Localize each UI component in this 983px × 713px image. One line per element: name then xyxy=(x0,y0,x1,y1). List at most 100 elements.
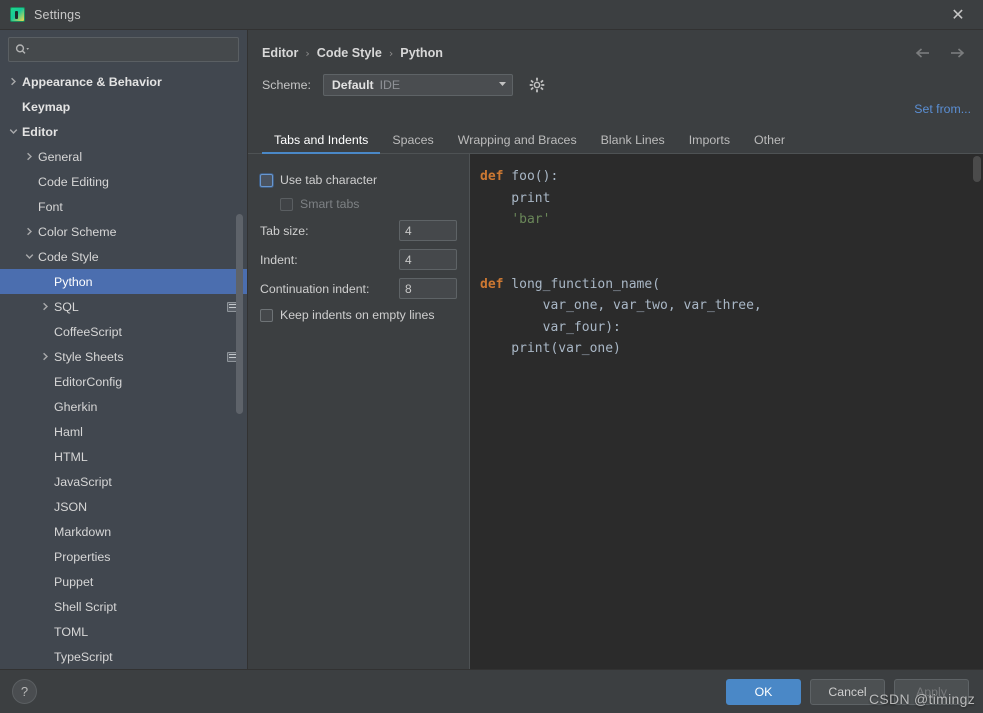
sidebar-item-color-scheme[interactable]: Color Scheme xyxy=(0,219,247,244)
panes: Use tab character Smart tabs Tab size: I… xyxy=(248,154,983,669)
sidebar-item-python[interactable]: Python xyxy=(0,269,247,294)
sidebar-item-label: JavaScript xyxy=(54,474,112,489)
sidebar-item-sql[interactable]: SQL xyxy=(0,294,247,319)
tree-arrow-placeholder xyxy=(40,651,51,662)
sidebar-item-general[interactable]: General xyxy=(0,144,247,169)
scheme-value: Default xyxy=(331,78,374,92)
cancel-button[interactable]: Cancel xyxy=(810,678,885,705)
use-tab-character-checkbox[interactable] xyxy=(260,173,273,187)
tree-arrow-placeholder xyxy=(40,476,51,487)
settings-tree[interactable]: Appearance & Behavior Keymap Editor General… xyxy=(0,68,247,669)
smart-tabs-label: Smart tabs xyxy=(300,197,360,211)
sidebar-item-shell-script[interactable]: Shell Script xyxy=(0,594,247,619)
scheme-dropdown[interactable]: Default IDE xyxy=(322,74,513,96)
tree-arrow-placeholder xyxy=(40,401,51,412)
tab-other[interactable]: Other xyxy=(742,133,797,153)
arrow-left-icon[interactable] xyxy=(913,45,933,61)
tree-arrow-placeholder xyxy=(24,201,35,212)
chevron-right-icon[interactable] xyxy=(8,76,19,87)
tab-blank-lines[interactable]: Blank Lines xyxy=(589,133,677,153)
sidebar-item-label: TypeScript xyxy=(54,649,113,664)
sidebar-item-label: Markdown xyxy=(54,524,112,539)
sidebar-item-label: JSON xyxy=(54,499,88,514)
tree-arrow-placeholder xyxy=(40,376,51,387)
title-bar: Settings ✕ xyxy=(0,0,983,30)
sidebar-item-label: Code Editing xyxy=(38,174,109,189)
use-tab-character-row[interactable]: Use tab character xyxy=(248,168,469,192)
tree-arrow-placeholder xyxy=(40,326,51,337)
close-icon[interactable]: ✕ xyxy=(941,2,975,28)
help-button[interactable]: ? xyxy=(12,679,37,704)
tab-spaces[interactable]: Spaces xyxy=(380,133,445,153)
sidebar-item-keymap[interactable]: Keymap xyxy=(0,94,247,119)
sidebar-item-code-style[interactable]: Code Style xyxy=(0,244,247,269)
sidebar-item-style-sheets[interactable]: Style Sheets xyxy=(0,344,247,369)
sidebar-item-haml[interactable]: Haml xyxy=(0,419,247,444)
sidebar-item-code-editing[interactable]: Code Editing xyxy=(0,169,247,194)
window-title: Settings xyxy=(34,7,81,22)
ok-button[interactable]: OK xyxy=(726,678,801,705)
sidebar-item-markdown[interactable]: Markdown xyxy=(0,519,247,544)
sidebar-item-coffeescript[interactable]: CoffeeScript xyxy=(0,319,247,344)
tree-arrow-placeholder xyxy=(40,576,51,587)
chevron-right-icon[interactable] xyxy=(24,226,35,237)
chevron-down-icon[interactable] xyxy=(8,126,19,137)
sidebar-item-javascript[interactable]: JavaScript xyxy=(0,469,247,494)
sidebar-item-puppet[interactable]: Puppet xyxy=(0,569,247,594)
sidebar-item-label: EditorConfig xyxy=(54,374,123,389)
preview-scrollbar-thumb[interactable] xyxy=(973,156,981,182)
breadcrumb-item-0[interactable]: Editor xyxy=(262,46,298,60)
breadcrumb-item-2[interactable]: Python xyxy=(400,46,443,60)
continuation-indent-input[interactable] xyxy=(399,278,457,299)
scheme-label: Scheme: xyxy=(262,78,311,92)
code-preview[interactable]: def foo(): print 'bar' def long_function… xyxy=(470,154,983,669)
search-wrapper xyxy=(0,30,247,68)
tab-size-row: Tab size: xyxy=(248,216,469,245)
sidebar-item-font[interactable]: Font xyxy=(0,194,247,219)
tab-wrapping-and-braces[interactable]: Wrapping and Braces xyxy=(446,133,589,153)
chevron-right-icon[interactable] xyxy=(40,351,51,362)
tree-arrow-placeholder xyxy=(40,451,51,462)
smart-tabs-row: Smart tabs xyxy=(248,192,469,216)
tab-tabs-and-indents[interactable]: Tabs and Indents xyxy=(262,133,381,154)
chevron-right-icon[interactable] xyxy=(40,301,51,312)
sidebar-item-gherkin[interactable]: Gherkin xyxy=(0,394,247,419)
tree-arrow-placeholder xyxy=(40,551,51,562)
search-box[interactable] xyxy=(8,37,239,62)
sidebar-item-editor[interactable]: Editor xyxy=(0,119,247,144)
keep-indents-checkbox[interactable] xyxy=(260,308,273,322)
keep-indents-row[interactable]: Keep indents on empty lines xyxy=(248,303,469,327)
sidebar-item-html[interactable]: HTML xyxy=(0,444,247,469)
sidebar-item-properties[interactable]: Properties xyxy=(0,544,247,569)
set-from-row: Set from... xyxy=(248,96,983,122)
sidebar-item-appearance-behavior[interactable]: Appearance & Behavior xyxy=(0,69,247,94)
dialog-body: Appearance & Behavior Keymap Editor General… xyxy=(0,30,983,669)
sidebar-scrollbar-track[interactable] xyxy=(236,68,245,669)
chevron-down-icon[interactable] xyxy=(24,251,35,262)
dialog-footer: ? OK Cancel Apply CSDN @timingz xyxy=(0,669,983,713)
pycharm-icon xyxy=(10,7,25,22)
arrow-right-icon[interactable] xyxy=(947,45,967,61)
sidebar-item-json[interactable]: JSON xyxy=(0,494,247,519)
sidebar-item-label: Shell Script xyxy=(54,599,117,614)
sidebar-item-label: Gherkin xyxy=(54,399,98,414)
apply-button[interactable]: Apply xyxy=(894,678,969,705)
sidebar-item-label: General xyxy=(38,149,83,164)
chevron-right-icon[interactable] xyxy=(24,151,35,162)
set-from-link[interactable]: Set from... xyxy=(914,102,971,116)
tab-size-input[interactable] xyxy=(399,220,457,241)
gear-icon[interactable] xyxy=(527,75,547,95)
sidebar-scrollbar-thumb[interactable] xyxy=(236,214,243,414)
smart-tabs-checkbox xyxy=(280,197,293,211)
sidebar-item-label: Code Style xyxy=(38,249,99,264)
sidebar-item-label: SQL xyxy=(54,299,79,314)
search-input[interactable] xyxy=(30,42,232,57)
tab-imports[interactable]: Imports xyxy=(677,133,742,153)
scheme-scope: IDE xyxy=(379,78,401,92)
sidebar-item-editorconfig[interactable]: EditorConfig xyxy=(0,369,247,394)
sidebar-item-toml[interactable]: TOML xyxy=(0,619,247,644)
breadcrumb-item-1[interactable]: Code Style xyxy=(317,46,382,60)
sidebar-item-typescript[interactable]: TypeScript xyxy=(0,644,247,669)
search-icon xyxy=(15,43,30,56)
indent-input[interactable] xyxy=(399,249,457,270)
